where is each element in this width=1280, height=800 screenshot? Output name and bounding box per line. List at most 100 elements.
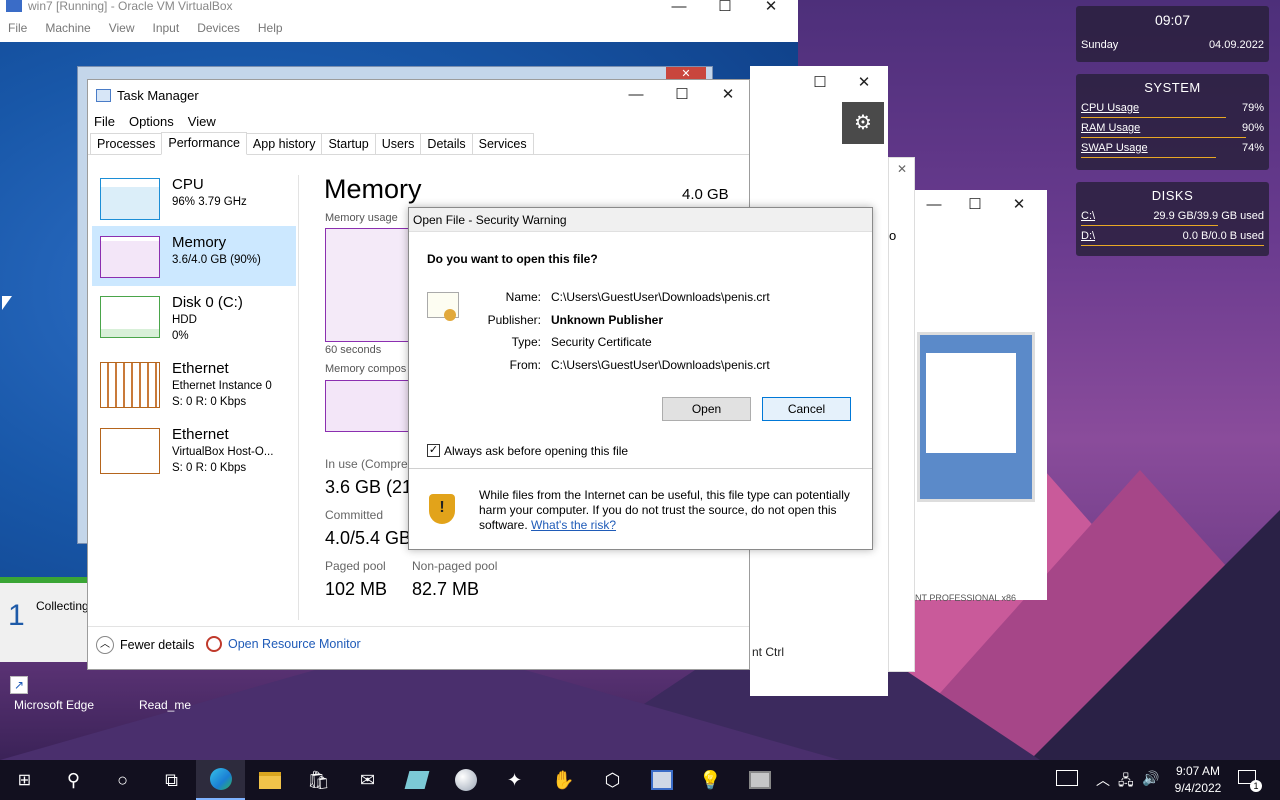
store-icon[interactable]: 🛍 (294, 760, 343, 800)
tab-performance[interactable]: Performance (161, 132, 247, 155)
field-from-value: C:\Users\GuestUser\Downloads\penis.crt (551, 358, 770, 372)
background-preview (917, 332, 1035, 502)
sidebar-item-detail: 96% 3.79 GHz (172, 196, 247, 208)
bulb-app-icon[interactable]: 💡 (686, 760, 735, 800)
tab-details[interactable]: Details (420, 133, 473, 154)
resource-monitor-icon (206, 636, 222, 652)
graph-time-label: 60 seconds (325, 344, 382, 356)
disk-d-bar (1081, 245, 1264, 246)
open-resource-monitor-link[interactable]: Open Resource Monitor (206, 636, 361, 652)
minimize-button[interactable]: — (915, 190, 953, 218)
close-button[interactable]: ✕ (748, 0, 794, 20)
open-button[interactable]: Open (662, 397, 751, 421)
footer-divider (88, 626, 749, 627)
tab-users[interactable]: Users (374, 133, 422, 154)
task-view-icon[interactable]: ⧉ (147, 760, 196, 800)
cpu-usage-row: CPU Usage 79% (1076, 99, 1269, 119)
close-button[interactable]: ✕ (997, 190, 1041, 218)
mail-icon[interactable]: ✉ (343, 760, 392, 800)
tab-processes[interactable]: Processes (90, 133, 163, 154)
menu-help[interactable]: Help (258, 21, 283, 35)
notification-count-badge: 1 (1250, 780, 1262, 792)
disk-d-label[interactable]: D:\ (1081, 230, 1095, 242)
minimize-button[interactable]: — (656, 0, 702, 20)
dialog-separator (409, 468, 872, 469)
chevron-up-icon[interactable]: ︿ (1096, 770, 1110, 790)
close-icon[interactable]: ✕ (889, 162, 915, 176)
sidebar-item-ethernet-1[interactable]: Ethernet Ethernet Instance 0 S: 0 R: 0 K… (92, 358, 296, 418)
disk-c-value: 29.9 GB/39.9 GB used (1153, 210, 1264, 222)
volume-icon[interactable]: 🔊 (1142, 770, 1159, 787)
keyboard-icon[interactable] (1056, 770, 1078, 786)
maximize-button[interactable]: ☐ (798, 68, 842, 96)
sidebar-item-label: Disk 0 (C:) (172, 294, 243, 311)
screenshot-app-icon[interactable] (735, 760, 784, 800)
tools-app-icon[interactable]: ✦ (490, 760, 539, 800)
cancel-button[interactable]: Cancel (762, 397, 851, 421)
sidebar-divider (298, 175, 299, 620)
chevron-up-icon: ︿ (96, 636, 114, 654)
start-button[interactable]: ⊞ (0, 760, 49, 800)
swap-usage-label[interactable]: SWAP Usage (1081, 142, 1148, 154)
sidebar-item-cpu[interactable]: CPU 96% 3.79 GHz (92, 174, 296, 234)
cortana-icon[interactable]: ○ (98, 760, 147, 800)
menu-file[interactable]: File (8, 21, 27, 35)
desktop-icon-edge[interactable]: ↗ Microsoft Edge (4, 672, 104, 716)
sidebar-item-ethernet-2[interactable]: Ethernet VirtualBox Host-O... S: 0 R: 0 … (92, 424, 296, 484)
gear-icon[interactable]: ⚙ (842, 102, 884, 144)
cpu-usage-label[interactable]: CPU Usage (1081, 102, 1139, 114)
menu-view[interactable]: View (188, 114, 216, 129)
sidebar-item-disk[interactable]: Disk 0 (C:) HDD 0% (92, 292, 296, 352)
taskbar-time[interactable]: 9:07 AM (1172, 764, 1224, 778)
ram-usage-label[interactable]: RAM Usage (1081, 122, 1140, 134)
close-button[interactable]: ✕ (705, 80, 751, 108)
page-title: Memory (324, 174, 422, 204)
menu-input[interactable]: Input (153, 21, 180, 35)
sidebar-item-detail: HDD (172, 314, 197, 326)
sphere-app-icon[interactable] (441, 760, 490, 800)
taskbar-date[interactable]: 9/4/2022 (1172, 781, 1224, 795)
file-explorer-icon[interactable] (245, 760, 294, 800)
whats-the-risk-link[interactable]: What's the risk? (531, 518, 616, 532)
disk-graph-thumbnail (100, 296, 160, 338)
menu-machine[interactable]: Machine (45, 21, 90, 35)
app-icon[interactable]: ✋ (539, 760, 588, 800)
disks-gadget: DISKS C:\ 29.9 GB/39.9 GB used D:\ 0.0 B… (1076, 182, 1269, 256)
disk-c-label[interactable]: C:\ (1081, 210, 1095, 222)
disk-d-value: 0.0 B/0.0 B used (1182, 230, 1264, 242)
always-ask-checkbox[interactable]: ✓ (427, 444, 440, 457)
memory-usage-label: Memory usage (325, 212, 398, 224)
open-resource-monitor-label: Open Resource Monitor (228, 637, 361, 651)
taskbar: ⊞ ⚲ ○ ⧉ 🛍 ✉ ✦ ✋ ⬡ 💡 ︿ 🖧 🔊 9:07 AM 9/4/20… (0, 760, 1280, 800)
menu-devices[interactable]: Devices (197, 21, 240, 35)
menu-options[interactable]: Options (129, 114, 174, 129)
menu-view[interactable]: View (109, 21, 135, 35)
desktop-icon-readme[interactable]: Read_me (130, 690, 200, 712)
menu-file[interactable]: File (94, 114, 115, 129)
tab-app-history[interactable]: App history (245, 133, 323, 154)
maximize-button[interactable]: ☐ (702, 0, 748, 20)
background-window-3: — ☐ ✕ NT PROFESSIONAL x86 (915, 190, 1047, 603)
system-gadget-title: SYSTEM (1144, 80, 1201, 95)
fewer-details-button[interactable]: ︿ Fewer details (96, 636, 194, 654)
virtualbox-taskbar-icon[interactable]: ⬡ (588, 760, 637, 800)
network-icon[interactable]: 🖧 (1118, 770, 1134, 794)
tab-startup[interactable]: Startup (321, 133, 376, 154)
sidebar-item-memory[interactable]: Memory 3.6/4.0 GB (90%) (92, 226, 296, 286)
close-button[interactable]: ✕ (842, 68, 886, 96)
tab-services[interactable]: Services (471, 133, 534, 154)
clock-day: Sunday (1081, 39, 1119, 51)
maximize-button[interactable]: ☐ (953, 190, 997, 218)
edge-taskbar-icon[interactable] (196, 760, 245, 800)
search-icon[interactable]: ⚲ (49, 760, 98, 800)
paged-pool-value: 102 MB (325, 579, 388, 599)
edge-shortcut-icon: ↗ (10, 676, 28, 694)
notes-app-icon[interactable] (392, 760, 441, 800)
nonpaged-pool-value: 82.7 MB (412, 579, 480, 599)
ethernet-graph-thumbnail (100, 362, 160, 408)
vm-status-number: 1 (8, 599, 25, 632)
maximize-button[interactable]: ☐ (659, 80, 705, 108)
vm-taskbar-icon[interactable] (637, 760, 686, 800)
sidebar-item-detail: 3.6/4.0 GB (90%) (172, 254, 261, 266)
minimize-button[interactable]: — (613, 80, 659, 108)
